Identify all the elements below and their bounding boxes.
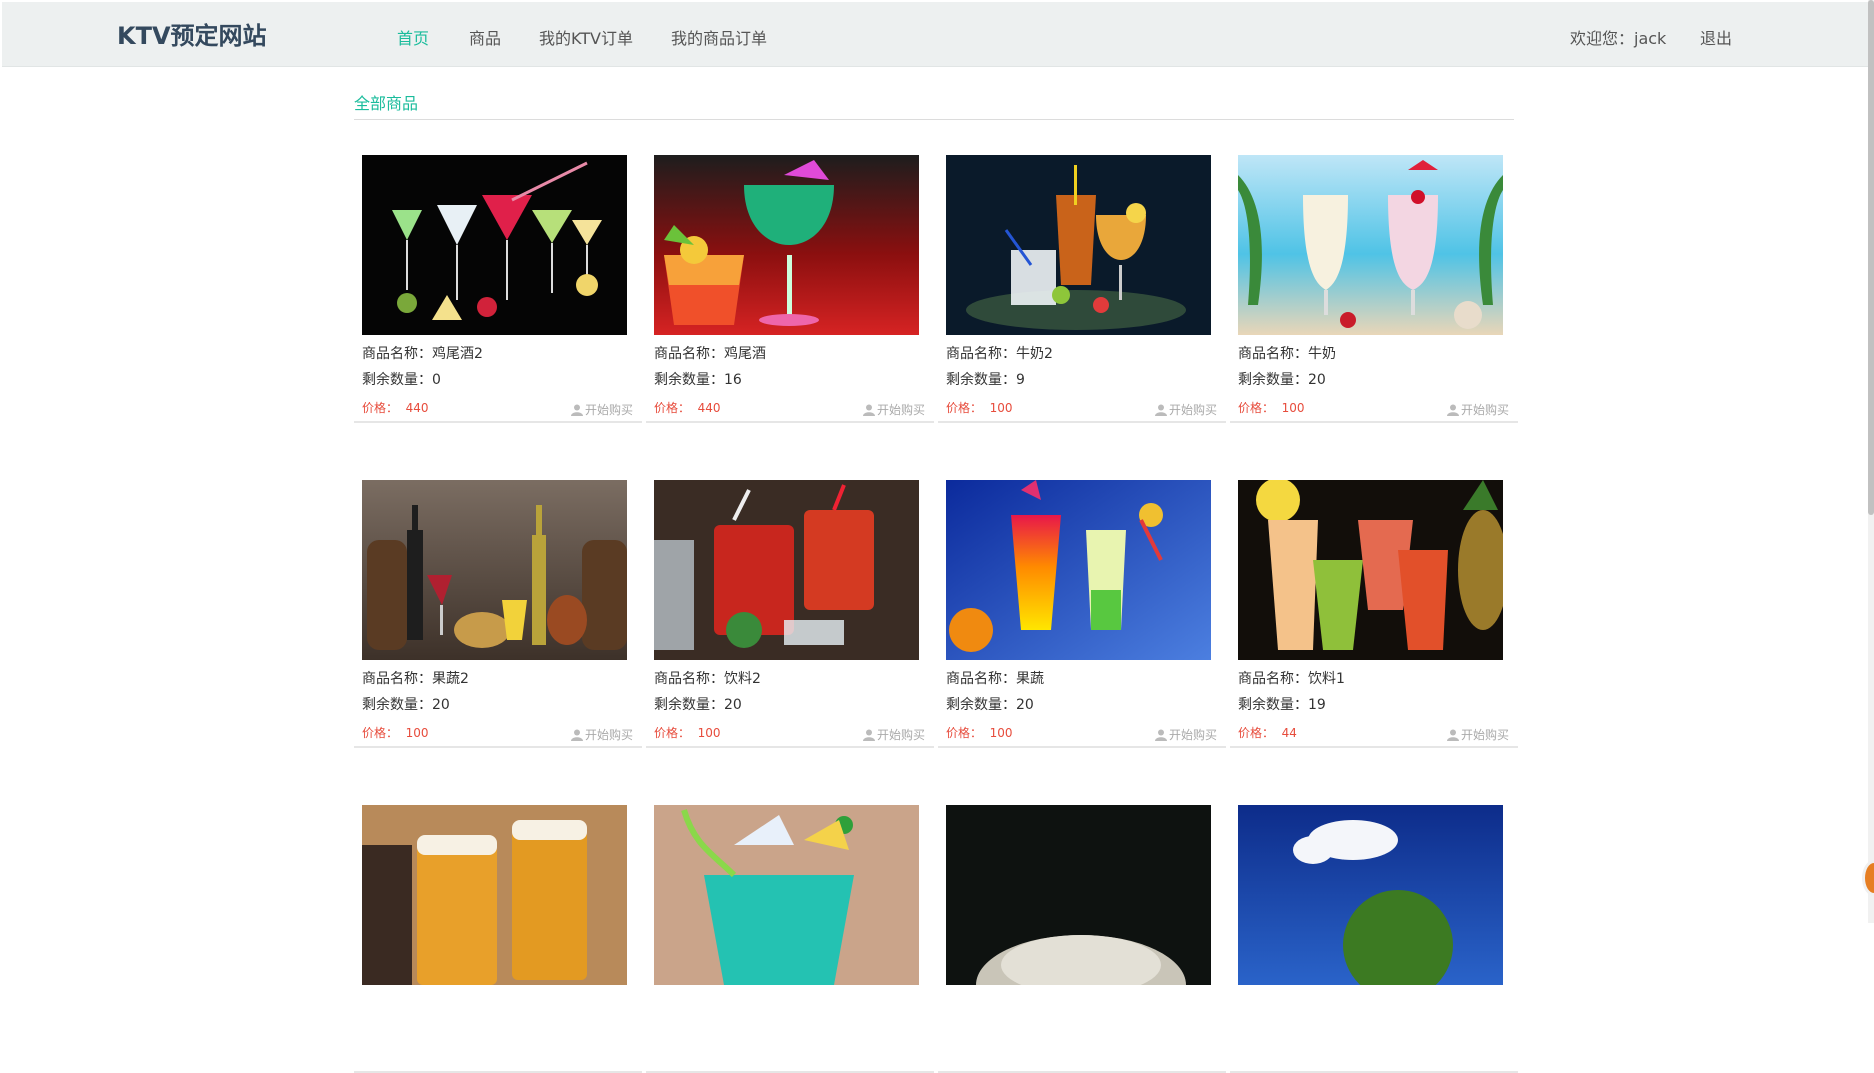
nav-products[interactable]: 商品	[469, 25, 501, 49]
product-stock: 剩余数量：16	[654, 372, 742, 388]
product-stock: 剩余数量：20	[1238, 372, 1326, 388]
floating-action-button[interactable]	[1862, 860, 1874, 896]
buy-button[interactable]: 开始购买	[1446, 726, 1509, 743]
product-card[interactable]: 商品名称：果蔬2 剩余数量：20 价格： 100 开始购买	[354, 470, 642, 748]
product-card[interactable]: 商品名称：果蔬 剩余数量：20 价格： 100 开始购买	[938, 470, 1226, 748]
product-stock: 剩余数量：20	[362, 697, 450, 713]
section-title: 全部商品	[354, 94, 419, 113]
product-card[interactable]	[646, 795, 934, 1073]
product-price: 价格： 100	[1238, 401, 1305, 415]
buy-button[interactable]: 开始购买	[1446, 401, 1509, 418]
page-scrollbar[interactable]	[1868, 0, 1874, 923]
product-card[interactable]: 商品名称：牛奶2 剩余数量：9 价格： 100 开始购买	[938, 145, 1226, 423]
product-image-milkshake[interactable]	[1238, 155, 1503, 335]
buy-button[interactable]: 开始购买	[862, 726, 925, 743]
product-price: 价格： 100	[654, 726, 721, 740]
user-icon	[1154, 404, 1167, 416]
product-name: 商品名称：鸡尾酒2	[362, 346, 483, 362]
product-name: 商品名称：果蔬2	[362, 671, 469, 687]
product-image-tree[interactable]	[946, 805, 1211, 985]
nav-product-orders[interactable]: 我的商品订单	[671, 25, 767, 49]
product-name: 商品名称：饮料2	[654, 671, 761, 687]
product-image-beer[interactable]	[362, 805, 627, 985]
product-name: 商品名称：牛奶2	[946, 346, 1053, 362]
product-image-cocktail[interactable]	[654, 155, 919, 335]
user-icon	[1446, 404, 1459, 416]
welcome-user[interactable]: 欢迎您：jack	[1570, 25, 1666, 49]
product-name: 商品名称：果蔬	[946, 671, 1044, 687]
user-icon	[1154, 729, 1167, 741]
top-navbar: KTV预定网站 首页 商品 我的KTV订单 我的商品订单 欢迎您：jack 退出	[2, 2, 1868, 67]
product-stock: 剩余数量：20	[946, 697, 1034, 713]
nav-home[interactable]: 首页	[397, 25, 429, 49]
product-image-fruit-drink[interactable]	[946, 480, 1211, 660]
product-image-cocktails[interactable]	[362, 155, 627, 335]
buy-button[interactable]: 开始购买	[570, 401, 633, 418]
user-icon	[570, 404, 583, 416]
section-divider	[354, 119, 1514, 120]
buy-button[interactable]: 开始购买	[1154, 401, 1217, 418]
product-image-blue-cocktail[interactable]	[654, 805, 919, 985]
scrollbar-thumb[interactable]	[1868, 0, 1874, 515]
product-card[interactable]: 商品名称：鸡尾酒2 剩余数量：0 价格： 440 开始购买	[354, 145, 642, 423]
site-brand[interactable]: KTV预定网站	[117, 16, 267, 51]
product-price: 价格： 100	[362, 726, 429, 740]
product-price: 价格： 100	[946, 726, 1013, 740]
logout-link[interactable]: 退出	[1700, 25, 1732, 49]
product-image-juice[interactable]	[1238, 480, 1503, 660]
product-name: 商品名称：饮料1	[1238, 671, 1345, 687]
product-card[interactable]: 商品名称：饮料2 剩余数量：20 价格： 100 开始购买	[646, 470, 934, 748]
product-name: 商品名称：鸡尾酒	[654, 346, 766, 362]
product-stock: 剩余数量：0	[362, 372, 441, 388]
buy-button[interactable]: 开始购买	[1154, 726, 1217, 743]
product-card[interactable]	[1230, 795, 1518, 1073]
product-card[interactable]: 商品名称：鸡尾酒 剩余数量：16 价格： 440 开始购买	[646, 145, 934, 423]
product-card[interactable]	[354, 795, 642, 1073]
product-stock: 剩余数量：19	[1238, 697, 1326, 713]
user-icon	[570, 729, 583, 741]
product-image-wine[interactable]	[362, 480, 627, 660]
nav-ktv-orders[interactable]: 我的KTV订单	[539, 25, 633, 49]
product-price: 价格： 100	[946, 401, 1013, 415]
product-name: 商品名称：牛奶	[1238, 346, 1336, 362]
product-price: 价格： 440	[654, 401, 721, 415]
product-image-sky-tree[interactable]	[1238, 805, 1503, 985]
product-image-iced-drink[interactable]	[654, 480, 919, 660]
product-price: 价格： 440	[362, 401, 429, 415]
product-stock: 剩余数量：20	[654, 697, 742, 713]
product-stock: 剩余数量：9	[946, 372, 1025, 388]
buy-button[interactable]: 开始购买	[570, 726, 633, 743]
product-image-milk[interactable]	[946, 155, 1211, 335]
product-card[interactable]: 商品名称：牛奶 剩余数量：20 价格： 100 开始购买	[1230, 145, 1518, 423]
user-icon	[862, 404, 875, 416]
product-card[interactable]: 商品名称：饮料1 剩余数量：19 价格： 44 开始购买	[1230, 470, 1518, 748]
buy-button[interactable]: 开始购买	[862, 401, 925, 418]
product-card[interactable]	[938, 795, 1226, 1073]
user-icon	[1446, 729, 1459, 741]
user-icon	[862, 729, 875, 741]
product-price: 价格： 44	[1238, 726, 1297, 740]
